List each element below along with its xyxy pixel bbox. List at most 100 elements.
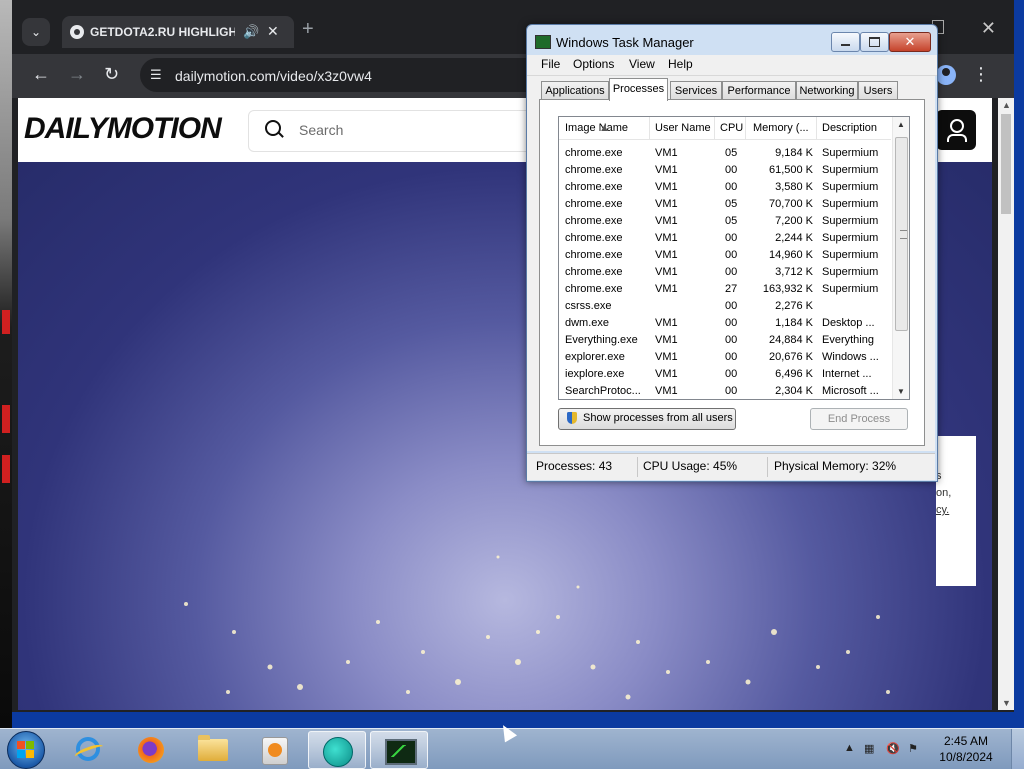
show-desktop-button[interactable] <box>1011 729 1024 769</box>
end-process-button[interactable]: End Process <box>810 408 908 430</box>
task-manager-icon <box>535 35 551 49</box>
column-divider[interactable] <box>649 117 650 139</box>
tab-services[interactable]: Services <box>670 81 722 100</box>
tab-applications[interactable]: Applications <box>541 81 609 100</box>
browser-tab[interactable]: GETDOTA2.RU HIGHLIGHT 🔊 ✕ <box>62 16 294 48</box>
process-row[interactable]: chrome.exe VM1 00 14,960 K Supermium <box>559 247 891 264</box>
start-button[interactable] <box>7 731 45 769</box>
taskbar-file-explorer[interactable] <box>184 731 240 767</box>
taskbar-task-manager[interactable] <box>370 731 428 769</box>
process-row[interactable]: chrome.exe VM1 00 61,500 K Supermium <box>559 162 891 179</box>
process-memory: 3,580 K <box>775 181 813 193</box>
scroll-down-icon[interactable]: ▼ <box>1002 698 1011 708</box>
browser-menu-icon[interactable]: ⋮ <box>972 64 990 85</box>
taskbar-internet-explorer[interactable] <box>60 731 116 767</box>
tab-close-icon[interactable]: ✕ <box>267 23 279 40</box>
process-user: VM1 <box>655 283 678 295</box>
task-manager-titlebar[interactable]: Windows Task Manager ✕ <box>527 25 937 55</box>
menu-options[interactable]: Options <box>573 57 614 71</box>
process-cpu: 05 <box>725 215 738 227</box>
show-all-processes-button[interactable]: Show processes from all users <box>558 408 736 430</box>
process-list-scrollbar[interactable]: ▲ ▼ <box>892 117 909 399</box>
desktop-background-strip <box>0 0 12 728</box>
network-icon[interactable]: ▦ <box>864 742 878 756</box>
tab-performance[interactable]: Performance <box>722 81 796 100</box>
account-button[interactable] <box>936 110 976 150</box>
column-divider[interactable] <box>745 117 746 139</box>
internet-explorer-icon <box>76 737 100 761</box>
process-description: Supermium <box>822 249 879 261</box>
notification-area: ▲ ▦ 🔇 ⚑ 2:45 AM 10/8/2024 <box>824 729 1024 769</box>
scroll-up-icon[interactable]: ▲ <box>897 120 905 129</box>
menu-help[interactable]: Help <box>668 57 693 71</box>
taskbar-dailymotion-app[interactable] <box>308 731 366 769</box>
menu-view[interactable]: View <box>629 57 655 71</box>
process-list[interactable]: Image Name ▲ User Name CPU Memory (... D… <box>558 116 910 400</box>
process-user: VM1 <box>655 147 678 159</box>
process-row[interactable]: chrome.exe VM1 05 9,184 K Supermium <box>559 145 891 162</box>
status-divider <box>767 457 768 477</box>
process-row[interactable]: chrome.exe VM1 00 2,244 K Supermium <box>559 230 891 247</box>
process-row[interactable]: dwm.exe VM1 00 1,184 K Desktop ... <box>559 315 891 332</box>
process-memory: 7,200 K <box>775 215 813 227</box>
process-description: Windows ... <box>822 351 879 363</box>
forward-arrow-icon[interactable]: → <box>68 64 86 85</box>
back-arrow-icon[interactable]: ← <box>32 64 50 85</box>
favicon-icon <box>70 25 84 39</box>
scroll-up-icon[interactable]: ▲ <box>1002 100 1011 110</box>
page-scrollbar[interactable]: ▲ ▼ <box>998 98 1014 710</box>
new-tab-button[interactable]: + <box>302 18 314 41</box>
site-info-icon[interactable]: ☰ <box>150 67 162 83</box>
column-cpu[interactable]: CPU <box>720 122 743 134</box>
tab-search-button[interactable]: ⌄ <box>22 18 50 46</box>
process-cpu: 05 <box>725 198 738 210</box>
menu-file[interactable]: File <box>541 57 560 71</box>
show-hidden-icons-icon[interactable]: ▲ <box>844 742 858 756</box>
process-memory: 163,932 K <box>762 283 813 295</box>
process-row[interactable]: explorer.exe VM1 00 20,676 K Windows ... <box>559 349 891 366</box>
process-row[interactable]: Everything.exe VM1 00 24,884 K Everything <box>559 332 891 349</box>
process-row[interactable]: csrss.exe 00 2,276 K <box>559 298 891 315</box>
window-close-button[interactable]: ✕ <box>981 18 996 39</box>
tab-processes[interactable]: Processes <box>609 78 668 101</box>
taskbar-firefox[interactable] <box>122 731 178 767</box>
column-divider[interactable] <box>816 117 817 139</box>
process-memory: 2,304 K <box>775 385 813 397</box>
process-memory: 2,276 K <box>775 300 813 312</box>
system-clock[interactable]: 2:45 AM 10/8/2024 <box>936 733 996 765</box>
cookie-link[interactable]: cy. <box>936 504 949 516</box>
column-memory[interactable]: Memory (... <box>753 122 809 134</box>
process-row[interactable]: chrome.exe VM1 00 3,580 K Supermium <box>559 179 891 196</box>
process-row[interactable]: chrome.exe VM1 27 163,932 K Supermium <box>559 281 891 298</box>
process-row[interactable]: SearchProtoc... VM1 00 2,304 K Microsoft ... <box>559 383 891 399</box>
process-row[interactable]: chrome.exe VM1 05 70,700 K Supermium <box>559 196 891 213</box>
column-divider[interactable] <box>714 117 715 139</box>
reload-icon[interactable]: ↻ <box>104 64 119 85</box>
column-user-name[interactable]: User Name <box>655 122 711 134</box>
scrollbar-thumb[interactable] <box>895 137 908 331</box>
process-row[interactable]: chrome.exe VM1 05 7,200 K Supermium <box>559 213 891 230</box>
scrollbar-thumb[interactable] <box>1001 114 1011 214</box>
volume-muted-icon[interactable]: 🔇 <box>886 742 900 756</box>
process-user: VM1 <box>655 249 678 261</box>
process-cpu: 00 <box>725 385 738 397</box>
column-description[interactable]: Description <box>822 122 877 134</box>
tab-networking[interactable]: Networking <box>796 81 858 100</box>
maximize-button[interactable] <box>860 32 889 52</box>
processes-panel: Image Name ▲ User Name CPU Memory (... D… <box>539 99 925 446</box>
dailymotion-logo[interactable]: DAILYMOTION <box>24 112 222 146</box>
profile-avatar-icon[interactable] <box>936 65 956 85</box>
taskbar-media-player[interactable] <box>246 731 302 767</box>
column-image-name[interactable]: Image Name <box>565 122 628 134</box>
process-row[interactable]: chrome.exe VM1 00 3,712 K Supermium <box>559 264 891 281</box>
process-description: Supermium <box>822 215 879 227</box>
action-center-flag-icon[interactable]: ⚑ <box>908 742 922 756</box>
process-memory: 24,884 K <box>768 334 813 346</box>
scroll-down-icon[interactable]: ▼ <box>897 387 905 396</box>
minimize-button[interactable] <box>831 32 860 52</box>
process-row[interactable]: iexplore.exe VM1 00 6,496 K Internet ... <box>559 366 891 383</box>
close-button[interactable]: ✕ <box>889 32 931 52</box>
process-name: chrome.exe <box>565 266 623 278</box>
tab-users[interactable]: Users <box>858 81 898 100</box>
audio-playing-icon[interactable]: 🔊 <box>243 24 259 40</box>
